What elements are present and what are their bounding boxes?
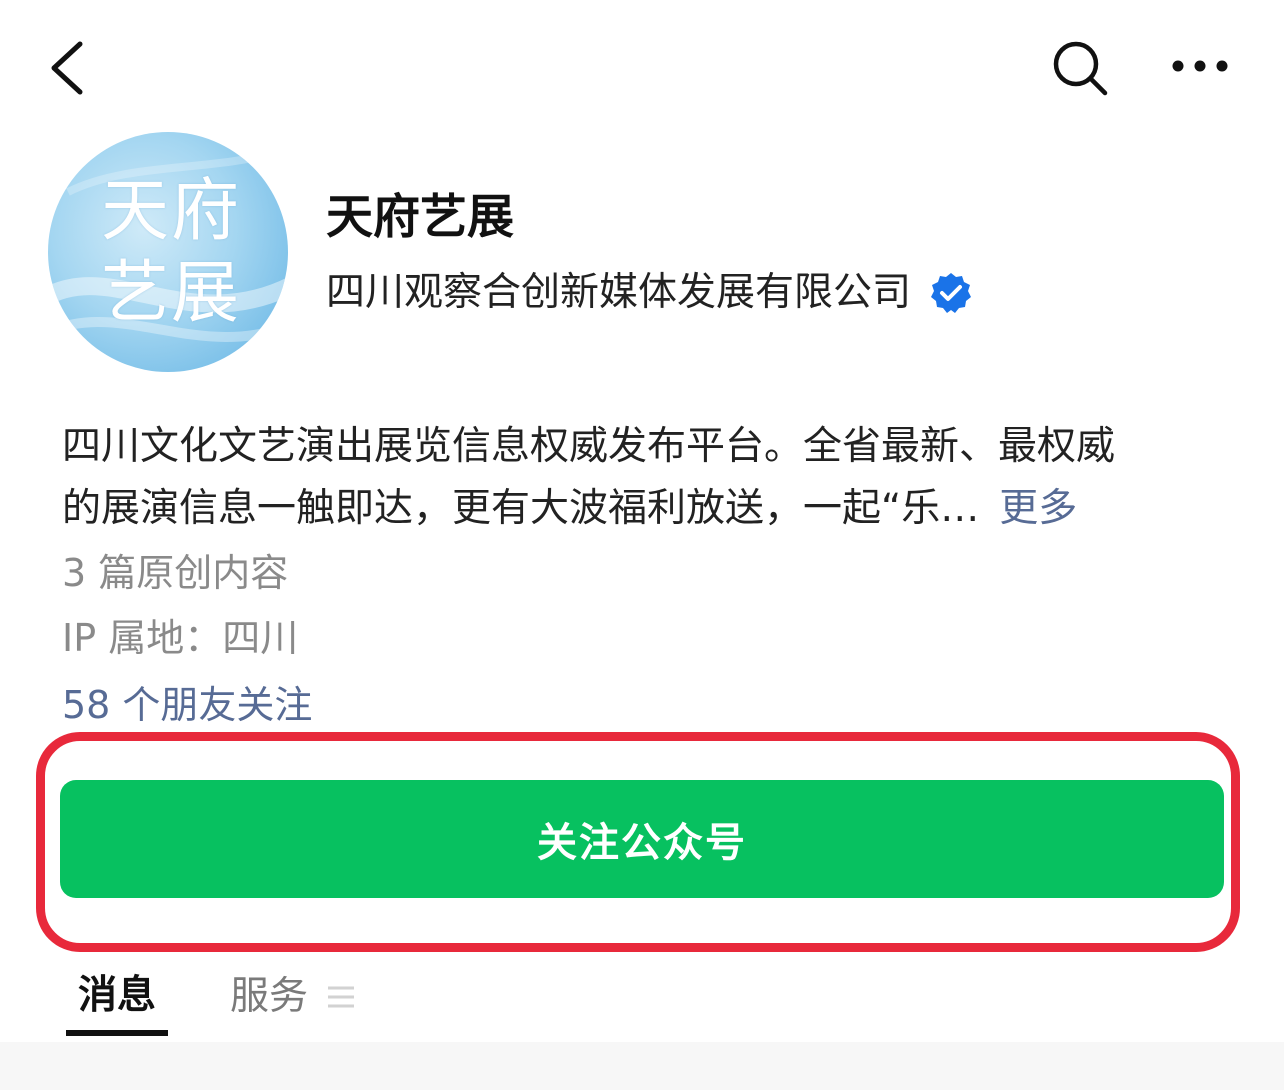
description-line-2: 的展演信息一触即达，更有大波福利放送，一起“乐… bbox=[62, 486, 980, 531]
avatar-text-line2: 艺展 bbox=[100, 254, 241, 333]
original-content-count: 3 篇原创内容 bbox=[62, 551, 289, 595]
active-tab-indicator bbox=[66, 1030, 168, 1036]
tab-messages[interactable]: 消息 bbox=[78, 966, 156, 1028]
friends-following-link[interactable]: 58 个朋友关注 bbox=[62, 678, 312, 732]
tab-services[interactable]: 服务 bbox=[230, 966, 356, 1028]
more-button[interactable] bbox=[1164, 44, 1236, 88]
description-line-1: 四川文化文艺演出展览信息权威发布平台。全省最新、最权威 bbox=[62, 424, 1116, 469]
search-icon bbox=[1053, 41, 1108, 96]
account-profile-page: 天府 艺展 天府艺展 四川观察合创新媒体发展有限公司 四川文化文艺演出展览信息权… bbox=[0, 0, 1284, 1090]
menu-lines-icon bbox=[328, 986, 355, 1008]
follow-account-button[interactable]: 关注公众号 bbox=[60, 780, 1224, 898]
avatar-text-line1: 天府 bbox=[100, 172, 241, 251]
verified-badge-icon bbox=[931, 273, 972, 313]
more-dots-icon bbox=[1172, 60, 1228, 72]
tab-messages-label: 消息 bbox=[78, 973, 157, 1018]
tab-services-label: 服务 bbox=[230, 974, 309, 1019]
avatar-background-swirl bbox=[48, 148, 288, 342]
account-name: 天府艺展 bbox=[326, 190, 514, 245]
chevron-left-icon bbox=[51, 41, 83, 95]
search-button[interactable] bbox=[1048, 36, 1112, 100]
content-area-divider bbox=[0, 1042, 1284, 1090]
company-row: 四川观察合创新媒体发展有限公司 bbox=[326, 264, 973, 322]
company-name: 四川观察合创新媒体发展有限公司 bbox=[326, 270, 912, 315]
account-description: 四川文化文艺演出展览信息权威发布平台。全省最新、最权威 的展演信息一触即达，更有… bbox=[62, 416, 1227, 540]
back-button[interactable] bbox=[38, 36, 94, 96]
account-avatar[interactable]: 天府 艺展 bbox=[48, 132, 288, 372]
follow-button-label: 关注公众号 bbox=[537, 820, 747, 866]
more-link[interactable]: 更多 bbox=[999, 486, 1077, 531]
description-line-2-row: 的展演信息一触即达，更有大波福利放送，一起“乐… 更多 bbox=[62, 478, 1227, 540]
ip-location: IP 属地：四川 bbox=[62, 616, 299, 660]
